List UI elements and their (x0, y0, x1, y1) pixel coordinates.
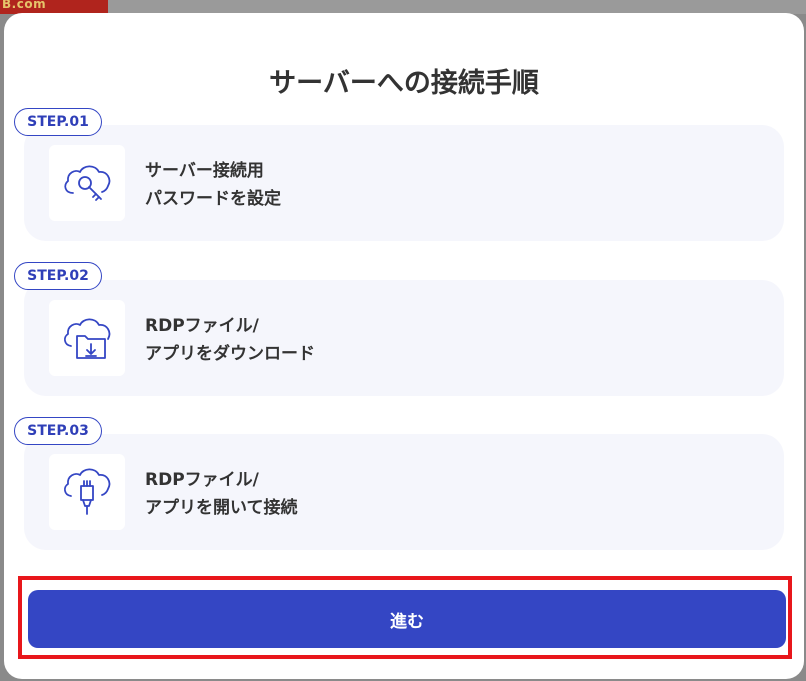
step-2-card: RDPファイル/ アプリをダウンロード (24, 280, 784, 396)
proceed-button-highlight: 進む (18, 576, 792, 659)
cloud-key-icon (64, 165, 111, 201)
step-3-text: RDPファイル/ アプリを開いて接続 (145, 466, 298, 522)
step-1-badge: STEP.01 (14, 108, 102, 136)
step-2-line-1: RDPファイル/ (145, 316, 259, 336)
step-3-badge: STEP.03 (14, 417, 102, 445)
step-1-text: サーバー接続用 パスワードを設定 (145, 157, 281, 213)
step-2-line-2: アプリをダウンロード (145, 344, 315, 364)
step-3-line-2: アプリを開いて接続 (145, 498, 298, 518)
connection-steps-modal: サーバーへの接続手順 STEP.01 サーバー接続用 パスワードを設定 STEP… (4, 13, 804, 679)
step-3-line-1: RDPファイル/ (145, 470, 259, 490)
background-logo-text: B.com (2, 0, 47, 11)
step-1-card: サーバー接続用 パスワードを設定 (24, 125, 784, 241)
cloud-folder-download-icon (64, 318, 111, 359)
step-1-line-1: サーバー接続用 (145, 161, 264, 181)
modal-title: サーバーへの接続手順 (269, 68, 539, 99)
step-3-card: RDPファイル/ アプリを開いて接続 (24, 434, 784, 550)
step-2-icon-box (49, 300, 125, 376)
step-1-line-2: パスワードを設定 (145, 189, 281, 209)
background-header (108, 0, 806, 14)
step-3-icon-box (49, 454, 125, 530)
proceed-button[interactable]: 進む (28, 590, 786, 648)
step-2-text: RDPファイル/ アプリをダウンロード (145, 312, 315, 368)
step-2-badge: STEP.02 (14, 262, 102, 290)
background-logo: B.com (0, 0, 108, 14)
cloud-connector-icon (64, 468, 111, 515)
step-1-icon-box (49, 145, 125, 221)
